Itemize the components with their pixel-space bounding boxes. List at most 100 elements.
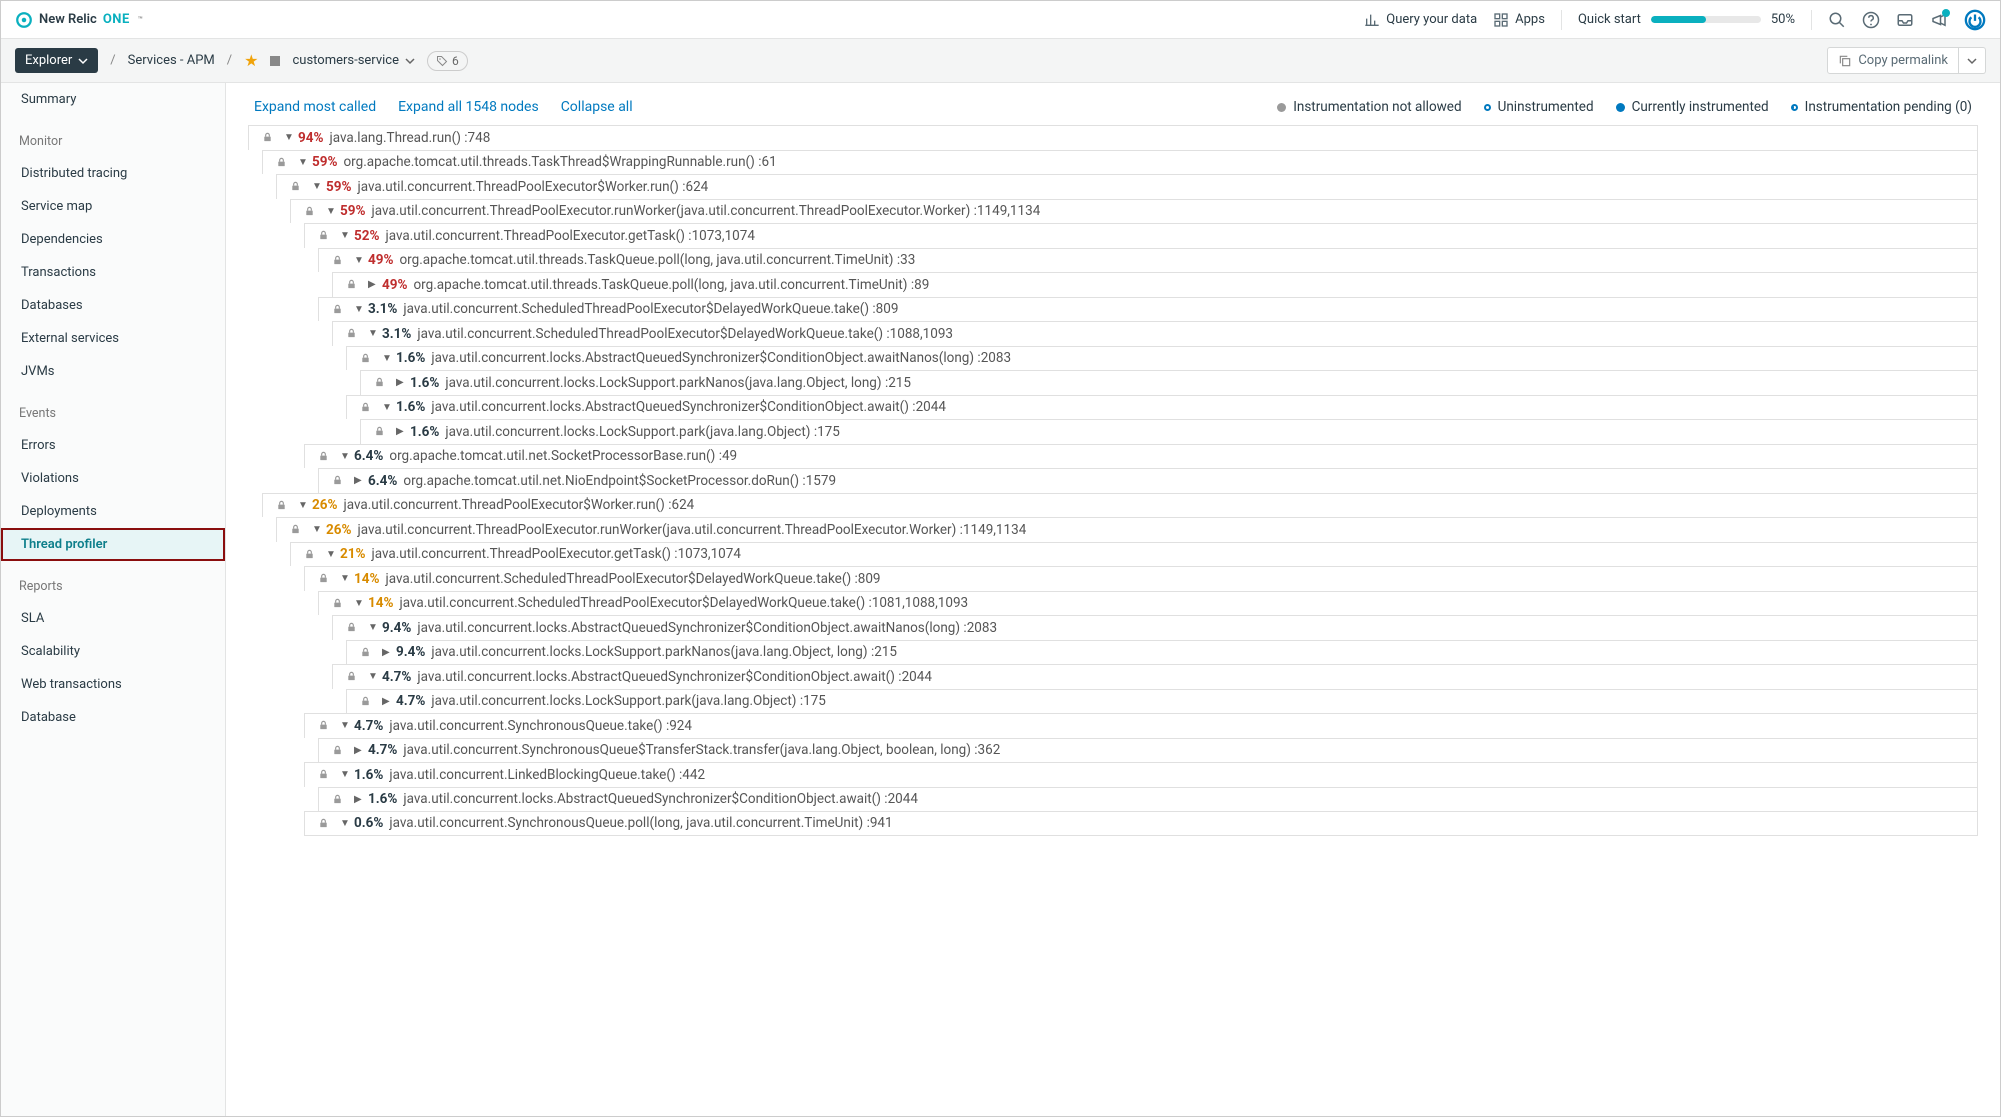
tree-row[interactable]: ▼14%java.util.concurrent.ScheduledThread… xyxy=(318,591,1978,616)
tree-row[interactable]: ▶9.4%java.util.concurrent.locks.LockSupp… xyxy=(346,640,1978,665)
tree-row[interactable]: ▼26%java.util.concurrent.ThreadPoolExecu… xyxy=(276,517,1978,542)
tree-row[interactable]: ▼1.6%java.util.concurrent.LinkedBlocking… xyxy=(304,762,1978,787)
collapse-all-link[interactable]: Collapse all xyxy=(561,99,633,115)
collapse-toggle[interactable]: ▼ xyxy=(298,500,308,511)
service-select[interactable]: customers-service xyxy=(292,53,415,68)
tree-row[interactable]: ▼3.1%java.util.concurrent.ScheduledThrea… xyxy=(332,321,1978,346)
tree-row[interactable]: ▼59%java.util.concurrent.ThreadPoolExecu… xyxy=(290,199,1978,224)
expand-toggle[interactable]: ▶ xyxy=(354,745,364,756)
copy-permalink-button[interactable]: Copy permalink xyxy=(1827,47,1959,74)
tree-row[interactable]: ▶6.4%org.apache.tomcat.util.net.NioEndpo… xyxy=(318,468,1978,493)
collapse-toggle[interactable]: ▼ xyxy=(340,818,350,829)
tree-row[interactable]: ▼0.6%java.util.concurrent.SynchronousQue… xyxy=(304,811,1978,836)
collapse-toggle[interactable]: ▼ xyxy=(298,157,308,168)
search-button[interactable] xyxy=(1828,11,1846,29)
collapse-toggle[interactable]: ▼ xyxy=(368,671,378,682)
method-label: java.util.concurrent.ThreadPoolExecutor$… xyxy=(357,179,708,195)
collapse-toggle[interactable]: ▼ xyxy=(368,328,378,339)
tree-row[interactable]: ▼59%org.apache.tomcat.util.threads.TaskT… xyxy=(262,150,1978,175)
entity-color-icon xyxy=(270,56,280,66)
expand-toggle[interactable]: ▶ xyxy=(396,426,406,437)
collapse-toggle[interactable]: ▼ xyxy=(284,132,294,143)
sidebar-item-dependencies[interactable]: Dependencies xyxy=(1,223,225,256)
collapse-toggle[interactable]: ▼ xyxy=(340,451,350,462)
star-icon[interactable]: ★ xyxy=(244,51,258,70)
sidebar-item-thread-profiler[interactable]: Thread profiler xyxy=(1,528,225,561)
sidebar-item-transactions[interactable]: Transactions xyxy=(1,256,225,289)
tree-row[interactable]: ▶49%org.apache.tomcat.util.threads.TaskQ… xyxy=(332,272,1978,297)
collapse-toggle[interactable]: ▼ xyxy=(340,573,350,584)
sidebar-item-scalability[interactable]: Scalability xyxy=(1,635,225,668)
quickstart-progress[interactable]: Quick start 50% xyxy=(1578,12,1795,27)
tree-row[interactable]: ▶1.6%java.util.concurrent.locks.Abstract… xyxy=(318,787,1978,812)
tree-row[interactable]: ▶4.7%java.util.concurrent.SynchronousQue… xyxy=(318,738,1978,763)
tree-row[interactable]: ▼1.6%java.util.concurrent.locks.Abstract… xyxy=(346,346,1978,371)
sidebar-item-summary[interactable]: Summary xyxy=(1,83,225,116)
collapse-toggle[interactable]: ▼ xyxy=(354,255,364,266)
sidebar-item-errors[interactable]: Errors xyxy=(1,429,225,462)
tree-row[interactable]: ▼21%java.util.concurrent.ThreadPoolExecu… xyxy=(290,542,1978,567)
expand-toggle[interactable]: ▶ xyxy=(368,279,378,290)
expand-most-called-link[interactable]: Expand most called xyxy=(254,99,376,115)
tree-row[interactable]: ▼9.4%java.util.concurrent.locks.Abstract… xyxy=(332,615,1978,640)
collapse-toggle[interactable]: ▼ xyxy=(326,206,336,217)
sidebar-item-web-transactions[interactable]: Web transactions xyxy=(1,668,225,701)
tree-row[interactable]: ▼14%java.util.concurrent.ScheduledThread… xyxy=(304,566,1978,591)
tree-row[interactable]: ▼3.1%java.util.concurrent.ScheduledThrea… xyxy=(318,297,1978,322)
sidebar-item-external-services[interactable]: External services xyxy=(1,322,225,355)
sidebar-item-violations[interactable]: Violations xyxy=(1,462,225,495)
tree-row[interactable]: ▼94%java.lang.Thread.run() :748 xyxy=(248,125,1978,150)
tree-row[interactable]: ▼6.4%org.apache.tomcat.util.net.SocketPr… xyxy=(304,444,1978,469)
apps-button[interactable]: Apps xyxy=(1493,12,1545,28)
expand-all-link[interactable]: Expand all 1548 nodes xyxy=(398,99,539,115)
notifications-button[interactable] xyxy=(1930,11,1948,29)
collapse-toggle[interactable]: ▼ xyxy=(340,230,350,241)
sidebar-item-database[interactable]: Database xyxy=(1,701,225,734)
help-button[interactable] xyxy=(1862,11,1880,29)
sidebar-item-deployments[interactable]: Deployments xyxy=(1,495,225,528)
tree-row[interactable]: ▶4.7%java.util.concurrent.locks.LockSupp… xyxy=(346,689,1978,714)
collapse-toggle[interactable]: ▼ xyxy=(382,402,392,413)
tree-row[interactable]: ▼49%org.apache.tomcat.util.threads.TaskQ… xyxy=(318,248,1978,273)
expand-toggle[interactable]: ▶ xyxy=(354,475,364,486)
lock-icon xyxy=(275,500,288,511)
tree-row[interactable]: ▼4.7%java.util.concurrent.locks.Abstract… xyxy=(332,664,1978,689)
expand-toggle[interactable]: ▶ xyxy=(354,794,364,805)
collapse-toggle[interactable]: ▼ xyxy=(312,524,322,535)
collapse-toggle[interactable]: ▼ xyxy=(354,598,364,609)
account-button[interactable] xyxy=(1964,9,1986,31)
expand-toggle[interactable]: ▶ xyxy=(382,647,392,658)
explorer-button[interactable]: Explorer xyxy=(15,48,98,73)
tree-row[interactable]: ▶1.6%java.util.concurrent.locks.LockSupp… xyxy=(360,419,1978,444)
sidebar-item-sla[interactable]: SLA xyxy=(1,602,225,635)
tree-row[interactable]: ▼4.7%java.util.concurrent.SynchronousQue… xyxy=(304,713,1978,738)
tree-row[interactable]: ▼59%java.util.concurrent.ThreadPoolExecu… xyxy=(276,174,1978,199)
collapse-toggle[interactable]: ▼ xyxy=(354,304,364,315)
brand-logo[interactable]: New Relic ONE ™ xyxy=(15,11,143,29)
sidebar-item-databases[interactable]: Databases xyxy=(1,289,225,322)
collapse-toggle[interactable]: ▼ xyxy=(326,549,336,560)
sidebar-item-distributed-tracing[interactable]: Distributed tracing xyxy=(1,157,225,190)
collapse-toggle[interactable]: ▼ xyxy=(382,353,392,364)
crumb-services[interactable]: Services - APM xyxy=(128,53,215,68)
tree-row[interactable]: ▶1.6%java.util.concurrent.locks.LockSupp… xyxy=(360,370,1978,395)
percent-label: 3.1% xyxy=(368,301,397,317)
feedback-button[interactable] xyxy=(1896,11,1914,29)
sidebar-item-jvms[interactable]: JVMs xyxy=(1,355,225,388)
query-your-data-button[interactable]: Query your data xyxy=(1364,12,1477,28)
inbox-icon xyxy=(1896,11,1914,29)
tree-row[interactable]: ▼1.6%java.util.concurrent.locks.Abstract… xyxy=(346,395,1978,420)
expand-toggle[interactable]: ▶ xyxy=(382,696,392,707)
lock-icon xyxy=(345,328,358,339)
tree-row[interactable]: ▼26%java.util.concurrent.ThreadPoolExecu… xyxy=(262,493,1978,518)
collapse-toggle[interactable]: ▼ xyxy=(340,769,350,780)
collapse-toggle[interactable]: ▼ xyxy=(368,622,378,633)
collapse-toggle[interactable]: ▼ xyxy=(312,181,322,192)
legend-uninstrumented: Uninstrumented xyxy=(1484,99,1594,115)
permalink-menu-button[interactable] xyxy=(1959,47,1986,74)
expand-toggle[interactable]: ▶ xyxy=(396,377,406,388)
sidebar-item-service-map[interactable]: Service map xyxy=(1,190,225,223)
tree-row[interactable]: ▼52%java.util.concurrent.ThreadPoolExecu… xyxy=(304,223,1978,248)
collapse-toggle[interactable]: ▼ xyxy=(340,720,350,731)
tags-button[interactable]: 6 xyxy=(427,51,468,71)
